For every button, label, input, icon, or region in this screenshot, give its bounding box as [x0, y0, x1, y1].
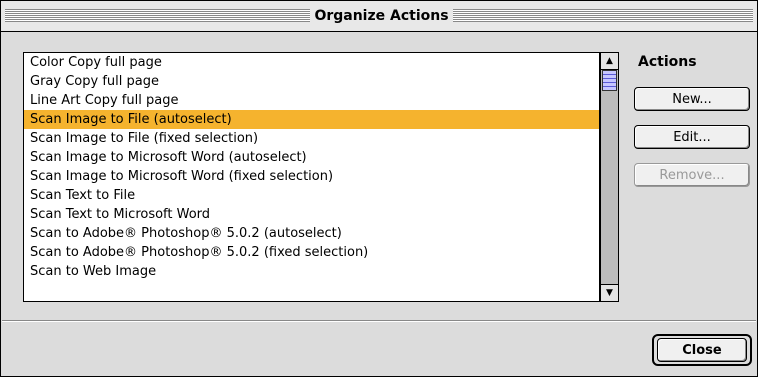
list-item[interactable]: Gray Copy full page — [24, 72, 599, 91]
title-bar-stripes-right — [453, 9, 753, 22]
list-item[interactable]: Scan to Web Image — [24, 262, 599, 281]
scrollbar-thumb[interactable] — [602, 70, 617, 91]
list-item[interactable]: Scan to Adobe® Photoshop® 5.0.2 (autosel… — [24, 224, 599, 243]
triangle-up-icon[interactable]: ▲ — [601, 53, 618, 70]
title-bar-stripes-left — [5, 9, 310, 22]
list-item[interactable]: Scan Text to File — [24, 186, 599, 205]
new-button[interactable]: New... — [634, 87, 750, 111]
list-item[interactable]: Scan Image to File (fixed selection) — [24, 129, 599, 148]
actions-list[interactable]: Color Copy full page Gray Copy full page… — [23, 52, 600, 302]
edit-button[interactable]: Edit... — [634, 125, 750, 149]
list-item[interactable]: Scan Image to Microsoft Word (autoselect… — [24, 148, 599, 167]
organize-actions-dialog: Organize Actions Color Copy full page Gr… — [0, 0, 758, 377]
title-bar[interactable]: Organize Actions — [1, 1, 757, 32]
list-item[interactable]: Scan to Adobe® Photoshop® 5.0.2 (fixed s… — [24, 243, 599, 262]
close-button[interactable]: Close — [657, 338, 747, 362]
actions-heading: Actions — [638, 54, 697, 70]
window-title: Organize Actions — [310, 6, 453, 26]
list-item[interactable]: Scan Text to Microsoft Word — [24, 205, 599, 224]
list-item[interactable]: Line Art Copy full page — [24, 91, 599, 110]
list-item[interactable]: Color Copy full page — [24, 53, 599, 72]
remove-button: Remove... — [634, 163, 750, 187]
list-item-selected[interactable]: Scan Image to File (autoselect) — [24, 110, 599, 129]
footer-divider — [2, 320, 756, 322]
list-item[interactable]: Scan Image to Microsoft Word (fixed sele… — [24, 167, 599, 186]
triangle-down-icon[interactable]: ▼ — [601, 284, 618, 301]
list-scrollbar[interactable]: ▲ ▼ — [600, 52, 619, 302]
